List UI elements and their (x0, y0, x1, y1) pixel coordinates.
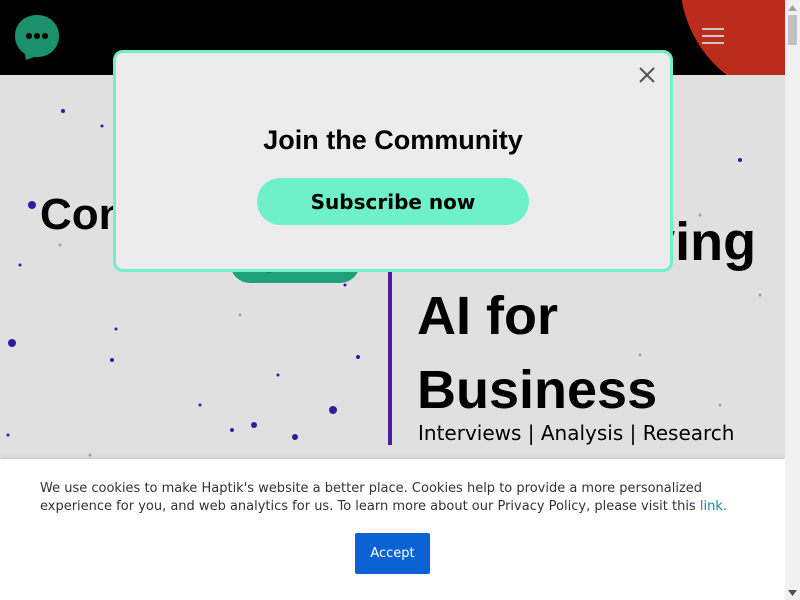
scroll-down-arrow-icon[interactable] (785, 585, 800, 600)
scroll-thumb[interactable] (788, 15, 797, 45)
cookie-banner: We use cookies to make Haptik's website … (0, 459, 785, 600)
scroll-up-arrow-icon[interactable] (785, 0, 800, 15)
cookie-text: We use cookies to make Haptik's website … (40, 481, 703, 514)
modal-title: Join the Community (263, 125, 523, 155)
subscribe-modal: Join the Community Subscribe now (113, 50, 673, 272)
subscribe-button[interactable]: Subscribe now (257, 178, 529, 225)
close-icon[interactable] (637, 65, 657, 85)
privacy-link[interactable]: link. (700, 499, 727, 514)
cookie-message: We use cookies to make Haptik's website … (40, 480, 760, 516)
vertical-scrollbar[interactable] (785, 0, 800, 600)
accept-cookies-button[interactable]: Accept (355, 533, 430, 574)
page: Conversations on AI Demystifying AI for … (0, 0, 785, 600)
